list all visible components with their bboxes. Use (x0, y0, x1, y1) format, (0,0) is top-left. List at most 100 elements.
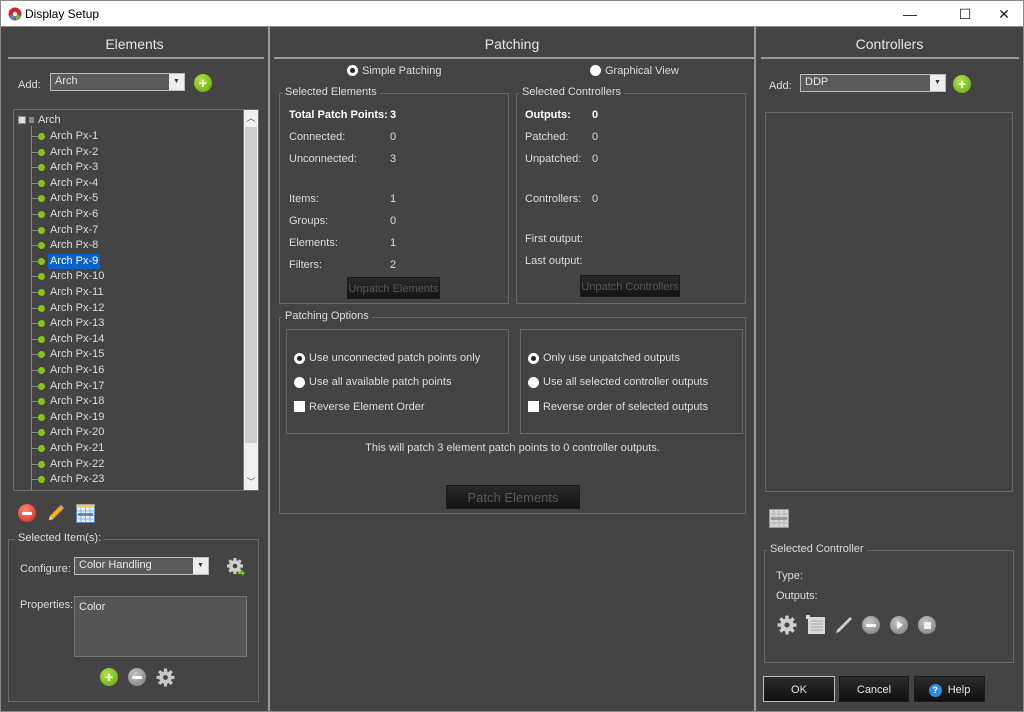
tree-connector (31, 198, 38, 200)
add-controller-button[interactable]: + (953, 75, 971, 93)
configure-label: Configure: (20, 563, 71, 575)
tree-item[interactable]: Arch Px-1 (14, 129, 242, 144)
chevron-down-icon: ▼ (169, 74, 184, 90)
edit-pencil-icon[interactable] (46, 503, 66, 523)
tree-root-arch[interactable]: Arch (14, 113, 244, 128)
tree-item[interactable]: Arch Px-13 (14, 316, 242, 331)
use-unconnected-label: Use unconnected patch points only (309, 352, 481, 364)
tree-item[interactable]: Arch Px-3 (14, 160, 242, 175)
tree-item-label: Arch Px-11 (50, 286, 104, 298)
controller-type-dropdown[interactable]: DDP ▼ (800, 74, 946, 92)
unpatch-controllers-button[interactable]: Unpatch Controllers (580, 275, 680, 297)
help-button[interactable]: ? Help (914, 676, 985, 702)
tree-item-label: Arch Px-5 (50, 192, 99, 205)
reverse-outputs-checkbox[interactable] (528, 401, 539, 412)
tree-item-label: Arch Px-8 (50, 239, 99, 252)
tree-item[interactable]: Arch Px-20 (14, 425, 242, 440)
graphical-view-radio[interactable] (590, 65, 601, 76)
tree-connector (31, 229, 38, 231)
remove-property-button[interactable] (128, 668, 146, 686)
elements-value: 1 (390, 237, 397, 249)
tree-item-label: Arch Px-18 (50, 395, 105, 408)
patched-label: Patched: (525, 131, 569, 143)
only-unpatched-label: Only use unpatched outputs (543, 352, 680, 364)
reverse-outputs-label: Reverse order of selected outputs (543, 401, 709, 413)
tree-item[interactable]: Arch Px-4 (14, 176, 242, 191)
use-unconnected-radio[interactable] (294, 353, 305, 364)
tree-item[interactable]: Arch Px-6 (14, 207, 242, 222)
use-all-selected-outputs-radio[interactable] (528, 377, 539, 388)
outputs-label: Outputs: (525, 109, 571, 121)
status-dot-icon (38, 476, 45, 484)
configure-value: Color Handling (79, 559, 152, 571)
add-property-button[interactable]: + (100, 668, 118, 686)
tree-item-label: Arch Px-3 (50, 161, 99, 174)
tree-scrollbar[interactable]: ︿ ﹀ (243, 110, 258, 490)
cancel-button[interactable]: Cancel (839, 676, 909, 702)
unpatch-elements-button[interactable]: Unpatch Elements (347, 277, 440, 299)
tree-item[interactable]: Arch Px-22 (14, 457, 242, 472)
close-button[interactable]: ✕ (981, 1, 1024, 27)
status-dot-icon (38, 335, 45, 343)
collapse-icon[interactable] (18, 116, 26, 124)
tree-root-label: Arch (38, 114, 61, 126)
tree-item[interactable]: Arch Px-5 (14, 191, 242, 206)
pencil-icon[interactable] (834, 615, 854, 635)
scroll-down-icon[interactable]: ﹀ (244, 474, 258, 490)
tree-item[interactable]: Arch Px-8 (14, 238, 242, 253)
tree-item[interactable]: Arch Px-19 (14, 410, 242, 425)
start-controller-button[interactable] (890, 616, 908, 634)
status-dot-icon (38, 382, 45, 390)
controllers-value: 0 (592, 193, 599, 205)
only-unpatched-radio[interactable] (528, 353, 539, 364)
scroll-up-icon[interactable]: ︿ (244, 110, 258, 126)
tree-item-label: Arch Px-23 (50, 473, 105, 486)
tree-item[interactable]: Arch Px-14 (14, 332, 242, 347)
properties-list[interactable]: Color (74, 596, 247, 657)
divider (8, 57, 264, 59)
list-icon[interactable] (806, 615, 826, 635)
tree-item[interactable]: Arch Px-18 (14, 394, 242, 409)
tree-item[interactable]: Arch Px-12 (14, 301, 242, 316)
gear-icon[interactable] (777, 615, 797, 635)
controller-tree[interactable] (765, 112, 1013, 492)
tree-item[interactable]: Arch Px-16 (14, 363, 242, 378)
add-controller-label: Add: (769, 80, 792, 92)
reverse-element-order-checkbox[interactable] (294, 401, 305, 412)
tree-item-label: Arch Px-14 (50, 332, 105, 345)
tree-connector (31, 385, 38, 387)
element-tree[interactable]: Arch Arch Px-1 Arch Px-2 Arch Px-3 Arch Px-… (13, 109, 259, 491)
tree-item[interactable]: Arch Px-11 (14, 285, 242, 300)
use-all-available-radio[interactable] (294, 377, 305, 388)
reverse-element-order-label: Reverse Element Order (309, 401, 425, 413)
element-type-dropdown[interactable]: Arch ▼ (50, 73, 185, 91)
status-dot-icon (38, 164, 45, 172)
ok-button[interactable]: OK (763, 676, 835, 702)
configure-gear-icon[interactable] (226, 557, 246, 577)
delete-element-button[interactable] (18, 504, 36, 522)
patch-elements-button[interactable]: Patch Elements (446, 485, 580, 509)
tree-item[interactable]: Arch Px-15 (14, 347, 242, 362)
configure-dropdown[interactable]: Color Handling ▼ (74, 557, 209, 575)
simple-patching-radio[interactable] (347, 65, 358, 76)
tree-item[interactable]: Arch Px-21 (14, 441, 242, 456)
minimize-button[interactable]: — (887, 1, 933, 27)
add-element-button[interactable]: + (194, 74, 212, 92)
connected-value: 0 (390, 131, 397, 143)
tree-item[interactable]: Arch Px-7 (14, 223, 242, 238)
tree-item[interactable]: Arch Px-9 (14, 253, 242, 269)
tree-item[interactable]: Arch Px-23 (14, 472, 242, 487)
tree-item-label: Arch Px-9 (48, 253, 101, 269)
remove-controller-button[interactable] (862, 616, 880, 634)
status-dot-icon (38, 304, 45, 312)
tree-item[interactable]: Arch Px-17 (14, 379, 242, 394)
controller-grid-icon[interactable] (769, 509, 789, 528)
status-dot-icon (38, 195, 45, 203)
stop-controller-button[interactable] (918, 616, 936, 634)
grid-table-icon[interactable] (76, 504, 95, 523)
scrollbar-thumb[interactable] (245, 127, 257, 443)
tree-item[interactable]: Arch Px-2 (14, 145, 242, 160)
property-item[interactable]: Color (79, 601, 242, 613)
property-settings-gear-icon[interactable] (156, 668, 175, 687)
tree-item[interactable]: Arch Px-10 (14, 269, 242, 284)
